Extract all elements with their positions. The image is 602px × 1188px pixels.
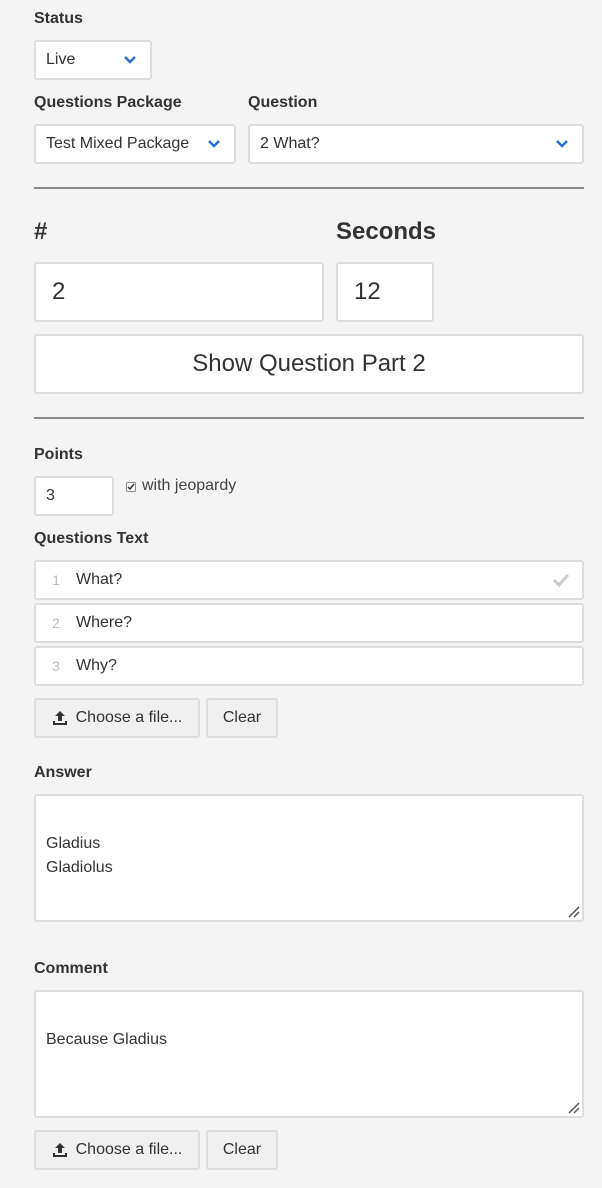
questions-package-label: Questions Package bbox=[34, 94, 182, 111]
choose-file-label: Choose a file... bbox=[75, 1141, 183, 1158]
choose-file-label: Choose a file... bbox=[75, 709, 183, 726]
choose-file-button[interactable]: Choose a file... bbox=[34, 1130, 200, 1170]
resize-handle-icon[interactable] bbox=[566, 904, 580, 918]
divider bbox=[34, 417, 584, 419]
upload-icon bbox=[52, 1143, 67, 1157]
status-label: Status bbox=[34, 10, 83, 27]
upload-icon bbox=[52, 711, 67, 725]
clear-button[interactable]: Clear bbox=[206, 698, 278, 738]
question-label: Question bbox=[248, 94, 318, 111]
answer-textarea[interactable]: Gladius Gladiolus bbox=[34, 794, 584, 922]
question-select[interactable]: 2 What? bbox=[248, 124, 584, 164]
question-text-value: Where? bbox=[76, 614, 133, 631]
question-text-row[interactable]: 3 Why? bbox=[34, 646, 584, 686]
question-text-number: 2 bbox=[52, 615, 60, 631]
divider bbox=[34, 187, 584, 189]
jeopardy-checkbox[interactable] bbox=[126, 482, 136, 492]
seconds-label: Seconds bbox=[336, 218, 437, 245]
answer-label: Answer bbox=[34, 764, 92, 781]
question-text-row[interactable]: 1 What? bbox=[34, 560, 584, 600]
question-text-value: Why? bbox=[76, 657, 117, 674]
comment-value: Because Gladius bbox=[46, 1031, 167, 1048]
question-text-value: What? bbox=[76, 571, 123, 588]
comment-label: Comment bbox=[34, 960, 108, 977]
question-text-number: 3 bbox=[52, 658, 60, 674]
question-text-row[interactable]: 2 Where? bbox=[34, 603, 584, 643]
check-icon bbox=[552, 573, 570, 587]
clear-button[interactable]: Clear bbox=[206, 1130, 278, 1170]
status-value: Live bbox=[46, 51, 76, 68]
choose-file-button[interactable]: Choose a file... bbox=[34, 698, 200, 738]
number-label: # bbox=[34, 218, 48, 245]
points-input[interactable]: 3 bbox=[34, 476, 114, 516]
jeopardy-label: with jeopardy bbox=[142, 477, 237, 494]
status-select[interactable]: Live bbox=[34, 40, 152, 80]
number-input[interactable]: 2 bbox=[34, 262, 324, 322]
answer-value: Gladius Gladiolus bbox=[46, 835, 113, 876]
question-value: 2 What? bbox=[260, 135, 320, 152]
show-question-part-button[interactable]: Show Question Part 2 bbox=[34, 334, 584, 394]
resize-handle-icon[interactable] bbox=[566, 1100, 580, 1114]
chevron-down-icon bbox=[124, 56, 136, 64]
chevron-down-icon bbox=[208, 140, 220, 148]
questions-package-value: Test Mixed Package bbox=[46, 135, 190, 152]
seconds-input[interactable]: 12 bbox=[336, 262, 434, 322]
comment-textarea[interactable]: Because Gladius bbox=[34, 990, 584, 1118]
chevron-down-icon bbox=[556, 140, 568, 148]
checkmark-icon bbox=[127, 483, 135, 491]
points-label: Points bbox=[34, 446, 83, 463]
questions-text-label: Questions Text bbox=[34, 530, 149, 547]
questions-package-select[interactable]: Test Mixed Package bbox=[34, 124, 236, 164]
question-text-number: 1 bbox=[52, 572, 60, 588]
